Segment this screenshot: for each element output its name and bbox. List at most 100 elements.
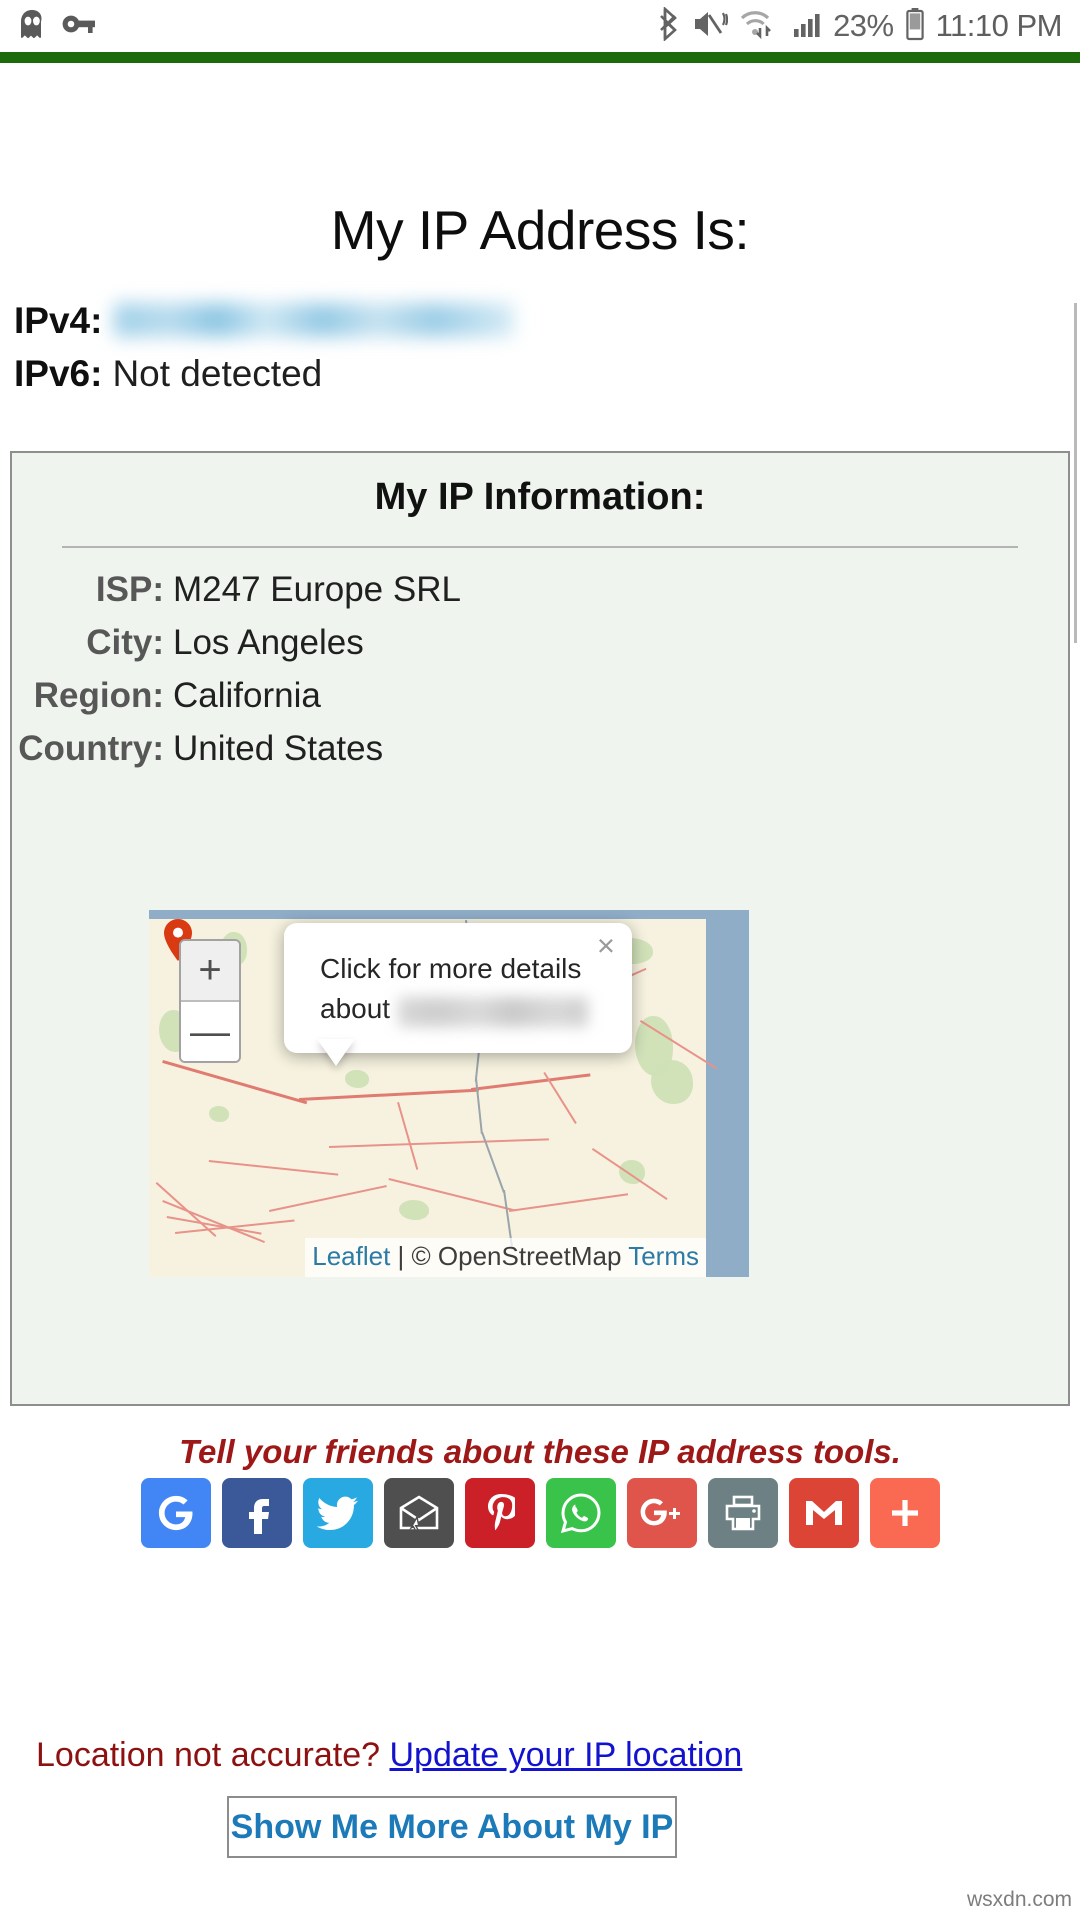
status-bar: 23% 11:10 PM xyxy=(0,0,1080,52)
envelope-cursor-icon xyxy=(398,1495,440,1531)
battery-percent-label: 23% xyxy=(833,8,894,43)
map-road xyxy=(269,1185,387,1212)
google-search-share-button[interactable] xyxy=(140,1478,211,1548)
map-popup[interactable]: × Click for more details about xyxy=(284,923,632,1053)
card-title: My IP Information: xyxy=(374,476,706,518)
region-label: Region: xyxy=(33,676,164,715)
twitter-share-button[interactable] xyxy=(302,1478,373,1548)
ipv4-row: IPv4: xyxy=(14,299,1080,342)
sound-mute-vibrate-icon xyxy=(692,8,729,45)
show-more-about-my-ip-button[interactable]: Show Me More About My IP xyxy=(227,1796,677,1858)
google-plus-icon xyxy=(638,1496,686,1530)
scroll-artifact-top xyxy=(1074,303,1077,503)
map-road xyxy=(208,1160,339,1176)
map-zoom-controls[interactable]: + — xyxy=(179,939,241,1063)
gmail-share-button[interactable] xyxy=(788,1478,859,1548)
gmail-m-icon xyxy=(803,1497,845,1529)
webpage-content: My IP Address Is: IPv4: IPv6: Not detect… xyxy=(0,63,1080,1920)
map-road xyxy=(329,1138,549,1148)
country-label: Country: xyxy=(18,729,164,768)
location-not-accurate-label: Location not accurate? xyxy=(36,1736,381,1774)
google-g-icon xyxy=(156,1493,196,1533)
close-icon[interactable]: × xyxy=(597,930,615,961)
map-popup-line2: about xyxy=(320,989,632,1029)
map-popup-tip xyxy=(317,1039,355,1066)
map-popup-line2-prefix: about xyxy=(320,992,391,1024)
map-green-area xyxy=(345,1070,369,1088)
zoom-out-button[interactable]: — xyxy=(181,1002,239,1061)
map-green-area xyxy=(399,1200,429,1220)
table-row: Region: California xyxy=(12,676,1068,729)
ipv4-label: IPv4: xyxy=(14,300,103,341)
map-road xyxy=(471,1073,591,1091)
map-water-top xyxy=(149,910,749,919)
city-label: City: xyxy=(86,623,164,662)
map-popup-text: Click for more details about xyxy=(284,923,632,1029)
ip-location-map[interactable]: + — × Click for more details about Leafl… xyxy=(149,910,749,1277)
ipv6-row: IPv6: Not detected xyxy=(14,353,1080,395)
facebook-f-icon xyxy=(244,1492,270,1534)
map-popup-ip-redacted xyxy=(398,996,589,1027)
table-row: Country: United States xyxy=(12,729,1068,782)
map-road xyxy=(162,1200,265,1244)
ip-info-table: ISP: M247 Europe SRL City: Los Angeles R… xyxy=(12,570,1068,782)
map-water-right xyxy=(706,910,749,1277)
vpn-key-icon xyxy=(62,13,96,40)
map-attribution: Leaflet | © OpenStreetMap Terms xyxy=(305,1238,706,1277)
cyberghost-vpn-icon xyxy=(18,9,46,44)
ipv4-value-redacted xyxy=(114,303,515,337)
status-bar-right-icons: 23% 11:10 PM xyxy=(659,5,1063,46)
zoom-in-button[interactable]: + xyxy=(181,941,239,1002)
battery-icon xyxy=(905,7,925,46)
terms-link[interactable]: Terms xyxy=(628,1241,699,1271)
tell-friends-label: Tell your friends about these IP address… xyxy=(179,1433,901,1470)
isp-value: M247 Europe SRL xyxy=(173,570,461,609)
watermark-label: wsxdn.com xyxy=(966,1888,1072,1911)
city-value: Los Angeles xyxy=(173,623,364,662)
scroll-artifact-bottom xyxy=(1074,503,1077,643)
map-road xyxy=(299,1088,479,1101)
clock-label: 11:10 PM xyxy=(935,8,1063,43)
share-buttons-row xyxy=(0,1478,1080,1548)
cell-signal-icon xyxy=(792,9,822,44)
ip-information-card: My IP Information: ISP: M247 Europe SRL … xyxy=(10,451,1070,1858)
printer-icon xyxy=(723,1494,763,1532)
attribution-separator: | xyxy=(390,1241,412,1271)
plus-icon xyxy=(888,1496,922,1530)
whatsapp-share-button[interactable] xyxy=(545,1478,616,1548)
page-title: My IP Address Is: xyxy=(330,199,750,261)
browser-progress-bar xyxy=(0,52,1080,63)
map-popup-line1: Click for more details xyxy=(320,953,582,984)
bluetooth-icon xyxy=(659,5,681,46)
card-divider xyxy=(62,546,1018,548)
map-green-area xyxy=(209,1106,229,1122)
print-share-button[interactable] xyxy=(707,1478,778,1548)
email-share-button[interactable] xyxy=(383,1478,454,1548)
map-road xyxy=(162,1060,308,1105)
table-row: ISP: M247 Europe SRL xyxy=(12,570,1068,623)
location-accuracy-notice: Location not accurate? Update your IP lo… xyxy=(36,1736,742,1775)
map-road xyxy=(509,1193,629,1212)
googleplus-share-button[interactable] xyxy=(626,1478,697,1548)
openstreetmap-copyright: © OpenStreetMap xyxy=(411,1241,622,1271)
ipv6-label: IPv6: xyxy=(14,353,103,394)
status-bar-left-icons xyxy=(18,9,96,44)
map-road xyxy=(591,1148,668,1200)
table-row: City: Los Angeles xyxy=(12,623,1068,676)
twitter-bird-icon xyxy=(316,1495,359,1531)
whatsapp-icon xyxy=(560,1492,602,1534)
wifi-transfer-icon xyxy=(739,7,781,46)
isp-label: ISP: xyxy=(95,570,164,609)
pinterest-p-icon xyxy=(485,1492,515,1534)
map-green-area xyxy=(651,1060,693,1104)
more-share-button[interactable] xyxy=(869,1478,940,1548)
pinterest-share-button[interactable] xyxy=(464,1478,535,1548)
map-road xyxy=(155,1182,217,1238)
leaflet-link[interactable]: Leaflet xyxy=(312,1241,390,1271)
country-value: United States xyxy=(173,729,384,768)
region-value: California xyxy=(173,676,321,715)
ipv6-value: Not detected xyxy=(112,353,323,394)
facebook-share-button[interactable] xyxy=(221,1478,292,1548)
map-road xyxy=(397,1102,419,1170)
update-ip-location-link[interactable]: Update your IP location xyxy=(389,1736,742,1774)
